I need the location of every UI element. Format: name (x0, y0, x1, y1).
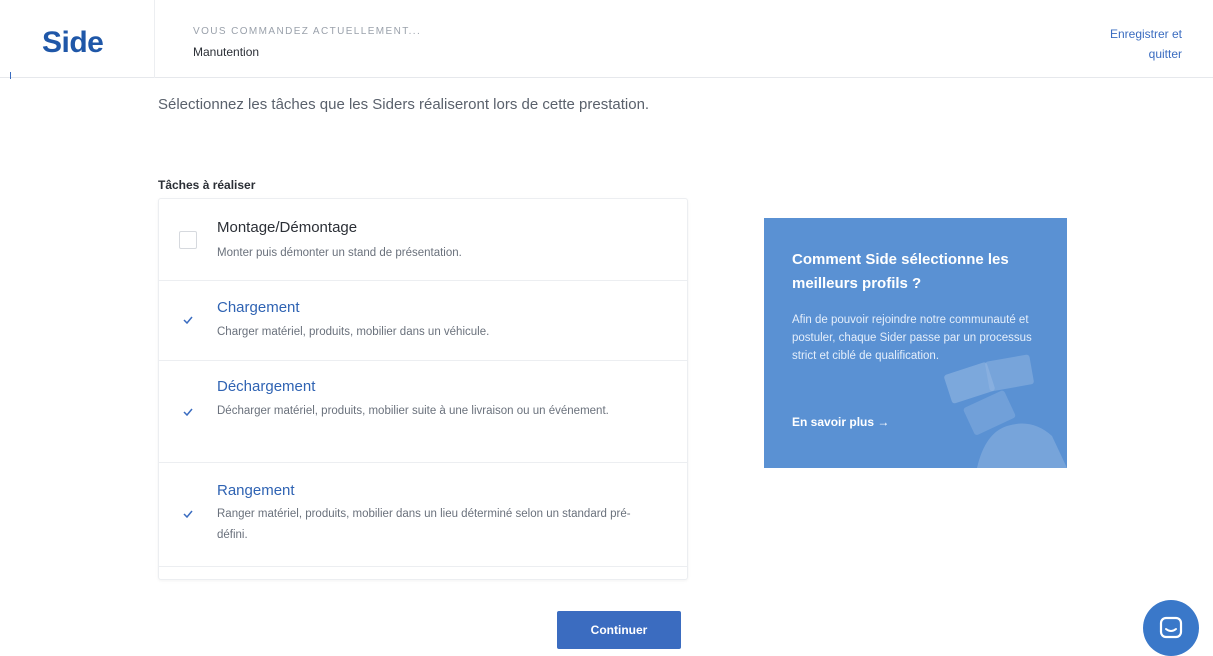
side-logo[interactable]: Side (42, 26, 104, 60)
task-item-dechargement[interactable]: Déchargement Décharger matériel, produit… (159, 361, 687, 463)
save-quit-line-2: quitter (1148, 47, 1182, 61)
check-icon[interactable] (179, 403, 197, 421)
task-item-montage[interactable]: Montage/Démontage Monter puis démonter u… (159, 199, 687, 281)
task-description: Ranger matériel, produits, mobilier dans… (217, 508, 631, 541)
tasks-section-label: Tâches à réaliser (158, 178, 256, 192)
save-and-quit-link[interactable]: Enregistrer et quitter (1092, 24, 1182, 64)
top-bar: Side VOUS COMMANDEZ ACTUELLEMENT... Manu… (0, 0, 1213, 78)
order-caption: VOUS COMMANDEZ ACTUELLEMENT... (193, 26, 422, 37)
learn-more-link[interactable]: En savoir plus → (792, 415, 889, 429)
order-value: Manutention (193, 45, 260, 59)
task-description: Monter puis démonter un stand de présent… (217, 247, 462, 259)
task-list: Montage/Démontage Monter puis démonter u… (158, 198, 688, 580)
chat-icon[interactable] (1143, 600, 1199, 656)
info-card-text: Afin de pouvoir rejoindre notre communau… (792, 314, 1032, 362)
task-item-chargement[interactable]: Chargement Charger matériel, produits, m… (159, 281, 687, 361)
edge-indicator (10, 72, 11, 79)
task-title: Déchargement (217, 378, 316, 395)
info-card: Comment Side sélectionne les meilleurs p… (764, 218, 1067, 468)
task-description: Charger matériel, produits, mobilier dan… (217, 326, 490, 338)
checkbox[interactable] (179, 231, 197, 249)
header-divider (154, 0, 155, 78)
check-icon[interactable] (179, 311, 197, 329)
task-title: Montage/Démontage (217, 219, 358, 236)
task-title: Chargement (217, 299, 300, 316)
save-quit-line-1: Enregistrer et (1109, 27, 1182, 41)
check-icon[interactable] (179, 505, 197, 523)
task-description: Décharger matériel, produits, mobilier s… (217, 405, 609, 417)
task-title: Rangement (217, 482, 295, 499)
continue-button[interactable]: Continuer (557, 611, 681, 649)
info-card-title: Comment Side sélectionne les meilleurs p… (792, 251, 1009, 292)
intro-text: Sélectionnez les tâches que les Siders r… (158, 96, 650, 113)
task-item-rangement[interactable]: Rangement Ranger matériel, produits, mob… (159, 463, 687, 567)
